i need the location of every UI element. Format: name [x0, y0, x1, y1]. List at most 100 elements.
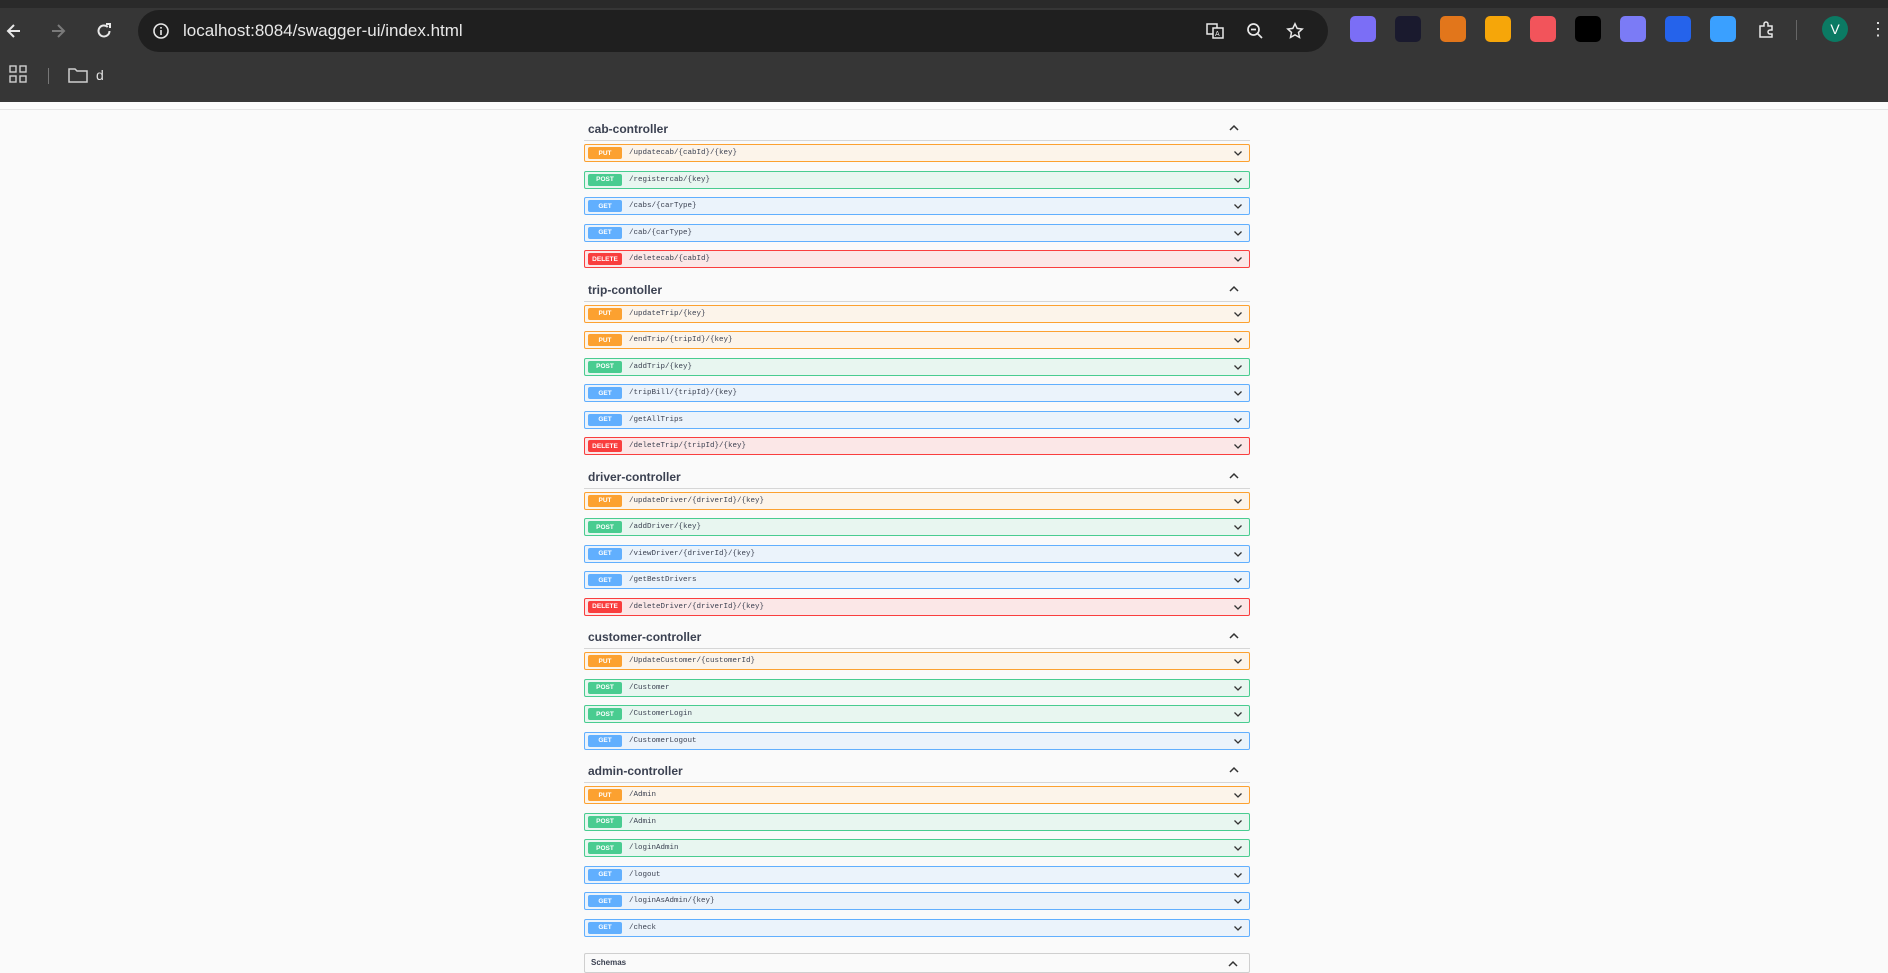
tag-title: admin-controller	[588, 764, 683, 778]
method-badge: PUT	[588, 789, 622, 801]
tag-title: cab-controller	[588, 122, 669, 136]
chevron-down-icon	[1234, 444, 1242, 449]
url-text[interactable]: localhost:8084/swagger-ui/index.html	[183, 10, 463, 52]
operation-row[interactable]: GET/getAllTrips	[584, 410, 1250, 429]
operation-row[interactable]: PUT/updateTrip/{key}	[584, 304, 1250, 323]
operation-row[interactable]: POST/addTrip/{key}	[584, 357, 1250, 376]
method-badge: PUT	[588, 494, 622, 507]
operation-row[interactable]: PUT/updatecab/{cabId}/{key}	[584, 144, 1250, 162]
operation-row[interactable]: GET/logout	[584, 865, 1250, 884]
operation-path: /tripBill/{tripId}/{key}	[629, 389, 738, 397]
schemas-section[interactable]: Schemas	[584, 953, 1250, 973]
profile-avatar[interactable]: V	[1822, 16, 1848, 42]
operation-row[interactable]: DELETE/deletecab/{cabId}	[584, 250, 1250, 268]
translate-icon[interactable]: A	[1198, 10, 1232, 52]
method-badge: POST	[588, 521, 622, 533]
orange-extension-icon[interactable]	[1485, 16, 1511, 42]
operation-row[interactable]: PUT/UpdateCustomer/{customerId}	[584, 652, 1250, 670]
method-badge: GET	[588, 547, 622, 560]
extensions-puzzle-icon[interactable]	[1754, 16, 1780, 42]
chevron-up-icon	[1229, 285, 1239, 292]
operation-row[interactable]: GET/loginAsAdmin/{key}	[584, 892, 1250, 910]
chevron-down-icon	[1234, 659, 1242, 664]
operation-path: /endTrip/{tripId}/{key}	[629, 336, 733, 344]
tab-strip	[0, 0, 1888, 8]
ghost-extension-icon[interactable]	[1350, 16, 1376, 42]
address-bar[interactable]: localhost:8084/swagger-ui/index.html A	[138, 10, 1328, 52]
operation-path: /loginAsAdmin/{key}	[629, 897, 715, 905]
chevron-down-icon	[1234, 819, 1242, 825]
back-button[interactable]	[0, 15, 30, 47]
operation-group: driver-controller PUT/updateDriver/{drive…	[584, 464, 1250, 616]
chevron-down-icon	[1234, 204, 1242, 209]
toolbar-separator	[1796, 20, 1797, 40]
operation-path: /Admin	[629, 791, 657, 799]
operation-row[interactable]: GET/tripBill/{tripId}/{key}	[584, 384, 1250, 402]
chevron-down-icon	[1234, 364, 1242, 370]
browser-menu-icon[interactable]: ⋮	[1869, 16, 1887, 42]
operation-row[interactable]: POST/registercab/{key}	[584, 170, 1250, 189]
operation-row[interactable]: POST/CustomerLogin	[584, 705, 1250, 723]
operation-path: /CustomerLogout	[629, 736, 697, 745]
zoom-out-icon[interactable]	[1238, 10, 1272, 52]
method-badge: GET	[588, 200, 622, 212]
method-badge: GET	[588, 387, 622, 399]
tag-header[interactable]: cab-controller	[584, 116, 1250, 141]
operation-path: /getBestDrivers	[629, 576, 697, 584]
method-badge: GET	[588, 413, 622, 426]
chevron-down-icon	[1234, 899, 1242, 904]
operation-row[interactable]: POST/Customer	[584, 678, 1250, 697]
okx-extension-icon[interactable]	[1575, 16, 1601, 42]
apps-grid-icon[interactable]	[8, 64, 28, 84]
back-arrow-icon	[6, 24, 20, 38]
method-badge: GET	[588, 895, 622, 907]
operation-row[interactable]: PUT/Admin	[584, 786, 1250, 804]
operation-row[interactable]: DELETE/deleteDriver/{driverId}/{key}	[584, 597, 1250, 616]
operation-group: trip-contoller PUT/updateTrip/{key} PUT/en…	[584, 277, 1250, 455]
chevron-up-icon	[1229, 632, 1239, 639]
method-badge: DELETE	[588, 253, 622, 265]
tag-header[interactable]: admin-controller	[584, 758, 1250, 783]
operation-row[interactable]: GET/cabs/{carType}	[584, 197, 1250, 215]
reload-button[interactable]	[88, 15, 120, 47]
k-extension-icon[interactable]	[1665, 16, 1691, 42]
operation-row[interactable]: POST/addDriver/{key}	[584, 518, 1250, 536]
chevron-down-icon	[1234, 604, 1242, 610]
forward-button[interactable]	[42, 15, 74, 47]
operation-path: /deletecab/{cabId}	[629, 255, 711, 263]
operation-row[interactable]: GET/cab/{carType}	[584, 223, 1250, 242]
chevron-down-icon	[1234, 685, 1242, 691]
tag-header[interactable]: customer-controller	[584, 624, 1250, 649]
tag-header[interactable]: driver-controller	[584, 464, 1250, 489]
drop-extension-icon[interactable]	[1710, 16, 1736, 42]
operation-row[interactable]: GET/CustomerLogout	[584, 731, 1250, 750]
method-badge: POST	[588, 708, 622, 720]
operation-row[interactable]: GET/check	[584, 918, 1250, 937]
operation-row[interactable]: DELETE/deleteTrip/{tripId}/{key}	[584, 437, 1250, 455]
tag-header[interactable]: trip-contoller	[584, 277, 1250, 302]
method-badge: POST	[588, 815, 622, 828]
mc-extension-icon[interactable]	[1395, 16, 1421, 42]
pink-extension-icon[interactable]	[1530, 16, 1556, 42]
operation-row[interactable]: POST/loginAdmin	[584, 839, 1250, 857]
chevron-up-icon	[1228, 960, 1238, 967]
operation-path: /updateDriver/{driverId}/{key}	[629, 496, 765, 505]
operation-row[interactable]: GET/getBestDrivers	[584, 571, 1250, 589]
chevron-down-icon	[1234, 391, 1242, 396]
operation-path: /check	[629, 923, 657, 932]
site-info-icon[interactable]	[144, 10, 178, 52]
forward-arrow-icon	[52, 24, 66, 38]
bookmark-folder[interactable]: d	[68, 64, 104, 86]
rabby-extension-icon[interactable]	[1620, 16, 1646, 42]
chevron-down-icon	[1234, 151, 1242, 156]
bookmark-star-icon[interactable]	[1278, 10, 1312, 52]
method-badge: GET	[588, 921, 622, 934]
operation-row[interactable]: GET/viewDriver/{driverId}/{key}	[584, 544, 1250, 563]
operation-path: /addDriver/{key}	[629, 523, 702, 531]
metamask-extension-icon[interactable]	[1440, 16, 1466, 42]
operation-row[interactable]: POST/Admin	[584, 812, 1250, 831]
method-badge: PUT	[588, 334, 622, 346]
operation-row[interactable]: PUT/endTrip/{tripId}/{key}	[584, 331, 1250, 349]
schemas-title: Schemas	[591, 958, 627, 967]
operation-row[interactable]: PUT/updateDriver/{driverId}/{key}	[584, 491, 1250, 510]
